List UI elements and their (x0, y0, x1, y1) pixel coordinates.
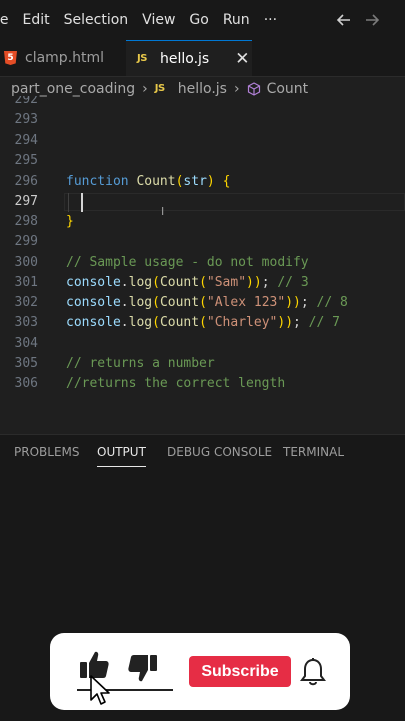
breadcrumb-folder[interactable]: part_one_coading (11, 81, 135, 97)
chevron-right-icon: › (142, 81, 148, 97)
menu-file[interactable]: le (0, 12, 16, 28)
code-line: console.log(Count("Charley")); // 7 (66, 315, 340, 330)
tab-hello-js[interactable]: JS hello.js ✕ (126, 40, 252, 76)
menu-selection[interactable]: Selection (57, 12, 136, 28)
tab-problems[interactable]: PROBLEMS (14, 445, 80, 459)
menu-view[interactable]: View (135, 12, 182, 28)
line-number: 293 (14, 112, 38, 127)
chevron-right-icon: › (233, 81, 240, 97)
line-number: 305 (14, 356, 38, 371)
tab-terminal[interactable]: TERMINAL (283, 445, 344, 459)
thumbs-down-icon[interactable] (127, 652, 159, 684)
subscribe-overlay: Subscribe (50, 633, 350, 710)
html5-icon: 5 (4, 51, 17, 65)
js-icon: JS (137, 52, 147, 64)
line-number: 299 (14, 234, 38, 249)
code-editor[interactable]: 292 293 294 295 296 function Count(str) … (0, 96, 405, 434)
line-number: 300 (14, 255, 38, 270)
line-number: 297 (14, 194, 38, 209)
arrow-left-icon[interactable] (335, 0, 353, 40)
tab-output[interactable]: OUTPUT (97, 445, 146, 467)
code-line: console.log(Count("Sam")); // 3 (66, 275, 309, 290)
mouse-pointer-icon (90, 675, 110, 705)
indent-guide (68, 193, 69, 212)
line-number: 302 (14, 295, 38, 310)
text-cursor (81, 193, 83, 212)
menu-run[interactable]: Run (216, 12, 257, 28)
menu-edit[interactable]: Edit (16, 12, 57, 28)
line-number: 294 (14, 133, 38, 148)
editor-tab-bar: 5 clamp.html JS hello.js ✕ (0, 40, 405, 77)
breadcrumb-symbol[interactable]: Count (267, 81, 309, 97)
line-number: 304 (14, 336, 38, 351)
code-line: //returns the correct length (66, 376, 286, 391)
tab-label: hello.js (160, 50, 210, 67)
tab-clamp-html[interactable]: 5 clamp.html (0, 40, 126, 76)
status-bar (0, 712, 405, 720)
js-icon: JS (154, 83, 165, 94)
line-number: 292 (14, 96, 38, 107)
menu-bar: le Edit Selection View Go Run ··· (0, 0, 405, 40)
line-number: 303 (14, 315, 38, 330)
symbol-method-icon (247, 82, 260, 96)
menu-more[interactable]: ··· (257, 12, 284, 28)
code-line: function Count(str) { (66, 174, 231, 189)
line-number: 301 (14, 275, 38, 290)
subscribe-button[interactable]: Subscribe (189, 656, 291, 687)
code-line: console.log(Count("Alex 123")); // 8 (66, 295, 348, 310)
line-number: 295 (14, 153, 38, 168)
menu-go[interactable]: Go (182, 12, 215, 28)
code-line: } (66, 214, 74, 229)
line-number: 306 (14, 376, 38, 391)
line-number: 298 (14, 214, 38, 229)
breadcrumb-file[interactable]: hello.js (178, 81, 227, 97)
code-line: // returns a number (66, 356, 215, 371)
line-number: 296 (14, 174, 38, 189)
tab-label: clamp.html (25, 50, 105, 66)
bell-icon[interactable] (299, 657, 327, 687)
arrow-right-icon[interactable] (363, 0, 381, 40)
close-icon[interactable]: ✕ (235, 49, 249, 69)
code-line: // Sample usage - do not modify (66, 255, 309, 270)
tab-debug-console[interactable]: DEBUG CONSOLE (167, 445, 272, 459)
